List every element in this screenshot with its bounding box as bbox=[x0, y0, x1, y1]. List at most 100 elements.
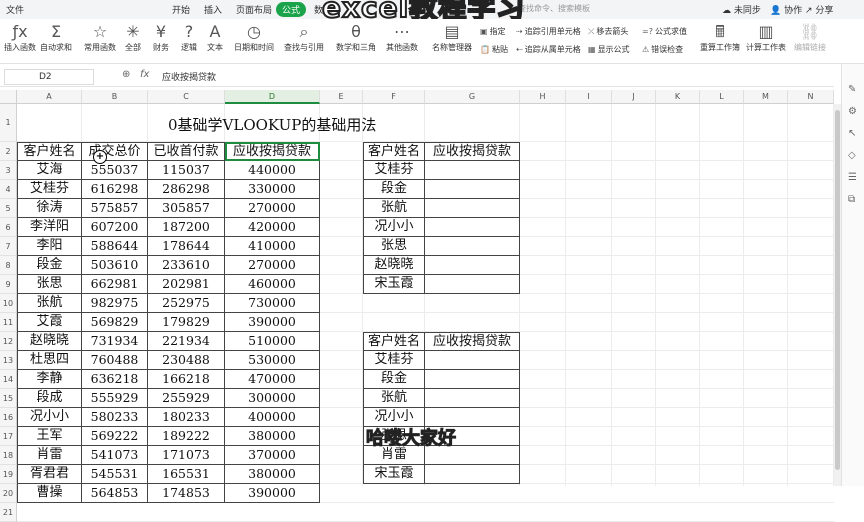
lookup-result-cell[interactable] bbox=[425, 161, 520, 180]
calc-sheet-button[interactable]: ▥ 计算工作表 bbox=[746, 22, 786, 53]
column-header-d[interactable]: D bbox=[225, 90, 320, 104]
column-header-b[interactable]: B bbox=[82, 90, 148, 104]
customer-name-cell[interactable]: 艾霞 bbox=[17, 313, 82, 332]
financial-button[interactable]: ¥ 财务 bbox=[153, 22, 169, 53]
value-cell[interactable]: 530000 bbox=[225, 351, 320, 370]
lookup-result-cell[interactable] bbox=[425, 199, 520, 218]
value-cell[interactable]: 252975 bbox=[148, 294, 225, 313]
column-header-l[interactable]: L bbox=[700, 90, 744, 104]
value-cell[interactable]: 510000 bbox=[225, 332, 320, 351]
customer-name-cell[interactable]: 段成 bbox=[17, 389, 82, 408]
value-cell[interactable]: 731934 bbox=[82, 332, 148, 351]
value-cell[interactable]: 569829 bbox=[82, 313, 148, 332]
row-header-9[interactable]: 9 bbox=[0, 275, 17, 294]
value-cell[interactable]: 221934 bbox=[148, 332, 225, 351]
share-button[interactable]: ↗ 分享 bbox=[805, 3, 833, 16]
column-header-k[interactable]: K bbox=[656, 90, 700, 104]
lookup-name-cell[interactable]: 宋玉霞 bbox=[363, 465, 425, 484]
value-cell[interactable]: 179829 bbox=[148, 313, 225, 332]
select-all-corner[interactable] bbox=[0, 90, 17, 104]
datetime-button[interactable]: ◷ 日期和时间 bbox=[234, 22, 274, 53]
lookup-result-cell[interactable] bbox=[425, 370, 520, 389]
value-cell[interactable]: 460000 bbox=[225, 275, 320, 294]
row-header-1[interactable]: 1 bbox=[0, 104, 17, 142]
all-functions-button[interactable]: ✳ 全部 bbox=[125, 22, 141, 53]
column-header-c[interactable]: C bbox=[148, 90, 225, 104]
customer-name-cell[interactable]: 李静 bbox=[17, 370, 82, 389]
menu-insert[interactable]: 插入 bbox=[204, 3, 222, 16]
value-cell[interactable]: 189222 bbox=[148, 427, 225, 446]
value-cell[interactable]: 982975 bbox=[82, 294, 148, 313]
table-header-cell[interactable]: 已收首付款 bbox=[148, 142, 225, 161]
pin-icon[interactable]: ✎ bbox=[848, 84, 856, 95]
value-cell[interactable]: 760488 bbox=[82, 351, 148, 370]
customer-name-cell[interactable]: 曹操 bbox=[17, 484, 82, 503]
column-header-g[interactable]: G bbox=[425, 90, 520, 104]
value-cell[interactable]: 300000 bbox=[225, 389, 320, 408]
value-cell[interactable]: 187200 bbox=[148, 218, 225, 237]
more-functions-button[interactable]: ⋯ 其他函数 bbox=[386, 22, 418, 53]
row-header-19[interactable]: 19 bbox=[0, 465, 17, 484]
evaluate-formula-button[interactable]: =? 公式求值 bbox=[642, 26, 687, 37]
pointer-icon[interactable]: ↖ bbox=[848, 128, 856, 139]
error-check-button[interactable]: ⚠ 错误检查 bbox=[642, 44, 683, 55]
collab-button[interactable]: 👤 协作 bbox=[770, 3, 802, 16]
lookup-name-cell[interactable]: 段金 bbox=[363, 370, 425, 389]
lookup-name-cell[interactable]: 赵晓晓 bbox=[363, 256, 425, 275]
remove-arrows-button[interactable]: ⤫ 移去箭头 bbox=[588, 26, 628, 37]
value-cell[interactable]: 440000 bbox=[225, 161, 320, 180]
lookup-name-cell[interactable]: 宋玉霞 bbox=[363, 275, 425, 294]
value-cell[interactable]: 470000 bbox=[225, 370, 320, 389]
lookup-result-cell[interactable] bbox=[425, 237, 520, 256]
value-cell[interactable]: 255929 bbox=[148, 389, 225, 408]
trace-precedents-button[interactable]: ⇢ 追踪引用单元格 bbox=[516, 26, 581, 37]
value-cell[interactable]: 305857 bbox=[148, 199, 225, 218]
command-search[interactable]: 查找命令、搜索模板 bbox=[518, 3, 708, 16]
lookup-result-cell[interactable] bbox=[425, 218, 520, 237]
row-header-13[interactable]: 13 bbox=[0, 351, 17, 370]
value-cell[interactable]: 390000 bbox=[225, 484, 320, 503]
customer-name-cell[interactable]: 赵晓晓 bbox=[17, 332, 82, 351]
customer-name-cell[interactable]: 李洋阳 bbox=[17, 218, 82, 237]
edit-links-button[interactable]: ⛓ 编辑链接 bbox=[794, 22, 826, 53]
common-functions-button[interactable]: ☆ 常用函数 bbox=[84, 22, 116, 53]
row-header-21[interactable]: 21 bbox=[0, 503, 17, 522]
value-cell[interactable]: 390000 bbox=[225, 313, 320, 332]
row-header-7[interactable]: 7 bbox=[0, 237, 17, 256]
customer-name-cell[interactable]: 张思 bbox=[17, 275, 82, 294]
math-trig-button[interactable]: θ 数学和三角 bbox=[336, 22, 376, 53]
lookup-header-cell[interactable]: 客户姓名 bbox=[363, 142, 425, 161]
value-cell[interactable]: 730000 bbox=[225, 294, 320, 313]
row-header-18[interactable]: 18 bbox=[0, 446, 17, 465]
lookup-name-cell[interactable]: 张航 bbox=[363, 389, 425, 408]
value-cell[interactable]: 286298 bbox=[148, 180, 225, 199]
menu-file[interactable]: 文件 bbox=[6, 3, 24, 16]
text-button[interactable]: A 文本 bbox=[207, 22, 223, 53]
lookup-result-cell[interactable] bbox=[425, 465, 520, 484]
value-cell[interactable]: 555929 bbox=[82, 389, 148, 408]
insert-function-button[interactable]: ƒx 插入函数 bbox=[4, 22, 36, 53]
formula-input[interactable]: 应收按揭贷款 bbox=[162, 70, 216, 83]
row-header-17[interactable]: 17 bbox=[0, 427, 17, 446]
menu-formulas[interactable]: 公式 bbox=[276, 2, 307, 17]
property-icon[interactable]: ⚙ bbox=[848, 106, 857, 117]
value-cell[interactable]: 115037 bbox=[148, 161, 225, 180]
value-cell[interactable]: 380000 bbox=[225, 465, 320, 484]
column-header-h[interactable]: H bbox=[520, 90, 566, 104]
sheet-title[interactable]: 0基础学VLOOKUP的基础用法 bbox=[168, 114, 376, 135]
customer-name-cell[interactable]: 肖雷 bbox=[17, 446, 82, 465]
value-cell[interactable]: 564853 bbox=[82, 484, 148, 503]
column-header-a[interactable]: A bbox=[17, 90, 82, 104]
value-cell[interactable]: 270000 bbox=[225, 256, 320, 275]
value-cell[interactable]: 555037 bbox=[82, 161, 148, 180]
lookup-header-cell[interactable]: 客户姓名 bbox=[363, 332, 425, 351]
row-header-6[interactable]: 6 bbox=[0, 218, 17, 237]
adjust-icon[interactable]: ☰ bbox=[848, 172, 857, 183]
row-header-12[interactable]: 12 bbox=[0, 332, 17, 351]
autosum-button[interactable]: Σ 自动求和 bbox=[40, 22, 72, 53]
recalc-workbook-button[interactable]: 🖩 重算工作簿 bbox=[700, 22, 740, 53]
lookup-result-cell[interactable] bbox=[425, 180, 520, 199]
show-formulas-button[interactable]: ▦ 显示公式 bbox=[588, 44, 630, 55]
row-header-2[interactable]: 2 bbox=[0, 142, 17, 161]
name-box[interactable]: D2 bbox=[4, 69, 94, 85]
